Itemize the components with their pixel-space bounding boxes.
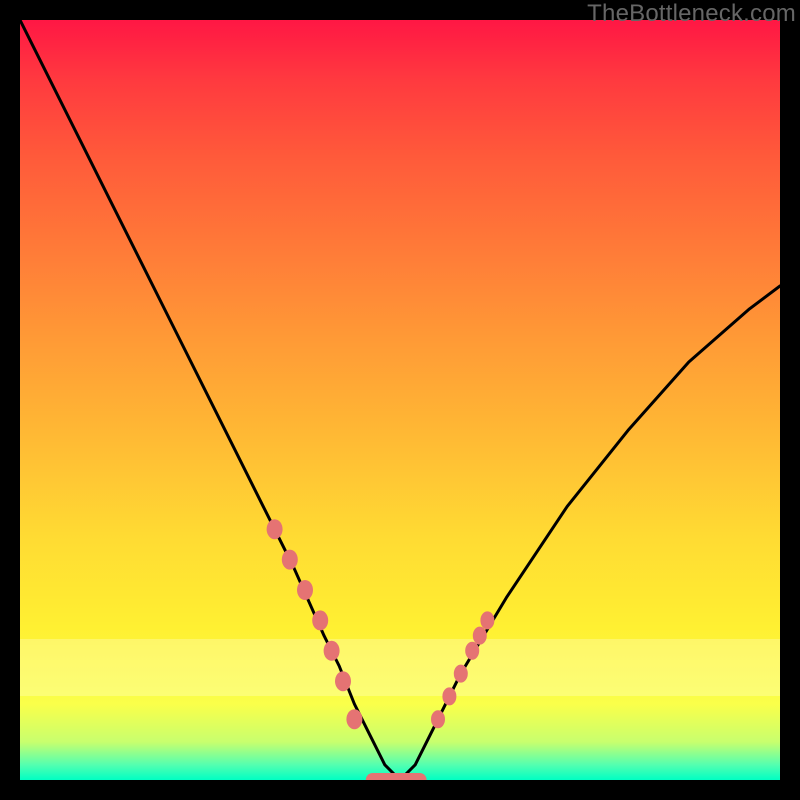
right-cluster-point	[431, 710, 445, 728]
valley-flat-segment	[366, 773, 427, 780]
left-cluster-point	[297, 580, 313, 600]
left-cluster-point	[267, 519, 283, 539]
marker-cluster-right	[431, 611, 494, 728]
left-cluster-point	[312, 610, 328, 630]
marker-cluster-left	[267, 519, 363, 729]
chart-frame	[20, 20, 780, 780]
right-cluster-point	[480, 611, 494, 629]
left-cluster-point	[335, 671, 351, 691]
right-cluster-point	[442, 687, 456, 705]
right-cluster-point	[473, 627, 487, 645]
curve-layer	[20, 20, 780, 780]
right-cluster-point	[454, 665, 468, 683]
plot-area	[20, 20, 780, 780]
watermark-text: TheBottleneck.com	[587, 0, 796, 28]
right-cluster-point	[465, 642, 479, 660]
left-cluster-point	[324, 641, 340, 661]
left-cluster-point	[282, 550, 298, 570]
bottleneck-curve	[20, 20, 780, 780]
left-cluster-point	[346, 709, 362, 729]
